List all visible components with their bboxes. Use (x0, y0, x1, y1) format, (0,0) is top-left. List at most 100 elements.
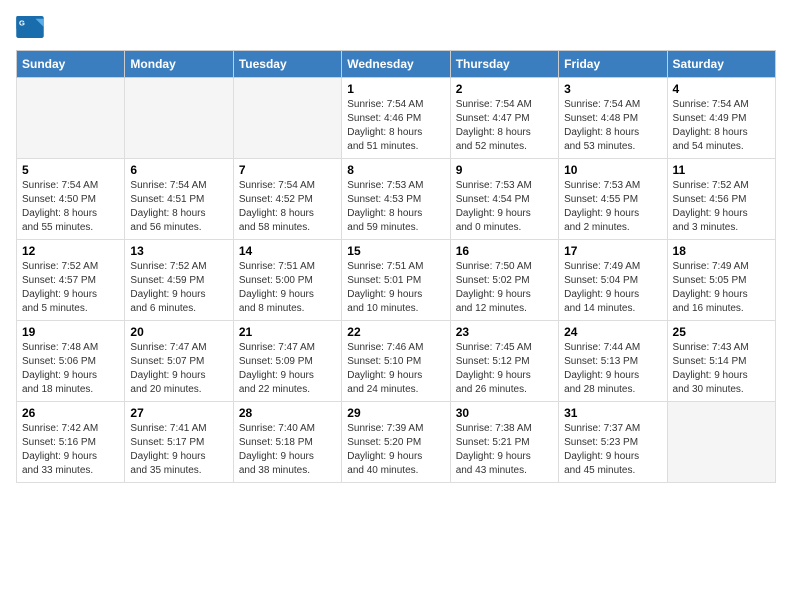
day-number: 26 (22, 406, 119, 420)
calendar-table: SundayMondayTuesdayWednesdayThursdayFrid… (16, 50, 776, 483)
calendar-cell (667, 402, 775, 483)
day-number: 31 (564, 406, 661, 420)
calendar-cell (233, 78, 341, 159)
calendar-cell: 23Sunrise: 7:45 AMSunset: 5:12 PMDayligh… (450, 321, 558, 402)
day-info: Sunrise: 7:53 AMSunset: 4:55 PMDaylight:… (564, 179, 661, 235)
day-number: 29 (347, 406, 444, 420)
day-number: 16 (456, 244, 553, 258)
calendar-cell: 7Sunrise: 7:54 AMSunset: 4:52 PMDaylight… (233, 159, 341, 240)
calendar-cell: 20 Sunrise: 7:47 AMSunset: 5:07 PMDayligh… (125, 321, 233, 402)
calendar-cell: 6 Sunrise: 7:54 AMSunset: 4:51 PMDaylight… (125, 159, 233, 240)
logo-icon: G (16, 16, 44, 38)
day-info: Sunrise: 7:37 AMSunset: 5:23 PMDaylight:… (564, 422, 661, 478)
day-info: Sunrise: 7:51 AMSunset: 5:00 PMDaylight:… (239, 260, 336, 316)
calendar-cell: 8 Sunrise: 7:53 AMSunset: 4:53 PMDaylight… (342, 159, 450, 240)
logo: G (16, 16, 48, 38)
day-number: 30 (456, 406, 553, 420)
day-number: 20 (130, 325, 227, 339)
calendar-cell: 5 Sunrise: 7:54 AMSunset: 4:50 PMDaylight… (17, 159, 125, 240)
day-number: 7 (239, 163, 336, 177)
day-info: Sunrise: 7:54 AMSunset: 4:50 PMDaylight:… (22, 179, 119, 235)
calendar-cell: 28 Sunrise: 7:40 AMSunset: 5:18 PMDayligh… (233, 402, 341, 483)
day-info: Sunrise: 7:49 AMSunset: 5:05 PMDaylight:… (673, 260, 770, 316)
day-number: 27 (130, 406, 227, 420)
calendar-cell: 2Sunrise: 7:54 AMSunset: 4:47 PMDaylight… (450, 78, 558, 159)
weekday-header-monday: Monday (125, 51, 233, 78)
day-info: Sunrise: 7:52 AMSunset: 4:57 PMDaylight:… (22, 260, 119, 316)
calendar-cell: 10 Sunrise: 7:53 AMSunset: 4:55 PMDayligh… (559, 159, 667, 240)
day-info: Sunrise: 7:54 AMSunset: 4:51 PMDaylight:… (130, 179, 227, 235)
calendar-cell: 18 Sunrise: 7:49 AMSunset: 5:05 PMDayligh… (667, 240, 775, 321)
weekday-header-friday: Friday (559, 51, 667, 78)
day-number: 4 (673, 82, 770, 96)
day-info: Sunrise: 7:49 AMSunset: 5:04 PMDaylight:… (564, 260, 661, 316)
day-number: 15 (347, 244, 444, 258)
day-info: Sunrise: 7:54 AMSunset: 4:48 PMDaylight:… (564, 98, 661, 154)
day-info: Sunrise: 7:54 AMSunset: 4:47 PMDaylight:… (456, 98, 553, 154)
calendar-cell: 17 Sunrise: 7:49 AMSunset: 5:04 PMDayligh… (559, 240, 667, 321)
day-info: Sunrise: 7:53 AMSunset: 4:53 PMDaylight:… (347, 179, 444, 235)
day-info: Sunrise: 7:47 AMSunset: 5:07 PMDaylight:… (130, 341, 227, 397)
day-number: 6 (130, 163, 227, 177)
day-info: Sunrise: 7:45 AMSunset: 5:12 PMDaylight:… (456, 341, 553, 397)
day-number: 8 (347, 163, 444, 177)
calendar-cell: 16 Sunrise: 7:50 AMSunset: 5:02 PMDayligh… (450, 240, 558, 321)
day-number: 17 (564, 244, 661, 258)
day-info: Sunrise: 7:40 AMSunset: 5:18 PMDaylight:… (239, 422, 336, 478)
day-number: 14 (239, 244, 336, 258)
day-info: Sunrise: 7:44 AMSunset: 5:13 PMDaylight:… (564, 341, 661, 397)
weekday-header-thursday: Thursday (450, 51, 558, 78)
day-number: 28 (239, 406, 336, 420)
day-info: Sunrise: 7:54 AMSunset: 4:46 PMDaylight:… (347, 98, 444, 154)
weekday-header-sunday: Sunday (17, 51, 125, 78)
day-info: Sunrise: 7:43 AMSunset: 5:14 PMDaylight:… (673, 341, 770, 397)
day-number: 13 (130, 244, 227, 258)
weekday-header-wednesday: Wednesday (342, 51, 450, 78)
calendar-cell: 9 Sunrise: 7:53 AMSunset: 4:54 PMDaylight… (450, 159, 558, 240)
calendar-cell: 21 Sunrise: 7:47 AMSunset: 5:09 PMDayligh… (233, 321, 341, 402)
day-info: Sunrise: 7:38 AMSunset: 5:21 PMDaylight:… (456, 422, 553, 478)
day-number: 24 (564, 325, 661, 339)
calendar-cell: 24 Sunrise: 7:44 AMSunset: 5:13 PMDayligh… (559, 321, 667, 402)
calendar-cell: 12 Sunrise: 7:52 AMSunset: 4:57 PMDayligh… (17, 240, 125, 321)
calendar-cell: 22 Sunrise: 7:46 AMSunset: 5:10 PMDayligh… (342, 321, 450, 402)
day-number: 10 (564, 163, 661, 177)
day-number: 11 (673, 163, 770, 177)
day-number: 12 (22, 244, 119, 258)
day-info: Sunrise: 7:39 AMSunset: 5:20 PMDaylight:… (347, 422, 444, 478)
calendar-cell (17, 78, 125, 159)
calendar-cell: 31 Sunrise: 7:37 AMSunset: 5:23 PMDayligh… (559, 402, 667, 483)
day-number: 25 (673, 325, 770, 339)
calendar-cell: 19Sunrise: 7:48 AMSunset: 5:06 PMDayligh… (17, 321, 125, 402)
day-info: Sunrise: 7:52 AMSunset: 4:59 PMDaylight:… (130, 260, 227, 316)
calendar-cell: 14 Sunrise: 7:51 AMSunset: 5:00 PMDayligh… (233, 240, 341, 321)
svg-text:G: G (19, 19, 25, 28)
day-info: Sunrise: 7:50 AMSunset: 5:02 PMDaylight:… (456, 260, 553, 316)
header: G (16, 16, 776, 38)
calendar-cell: 25 Sunrise: 7:43 AMSunset: 5:14 PMDayligh… (667, 321, 775, 402)
weekday-header-tuesday: Tuesday (233, 51, 341, 78)
day-number: 1 (347, 82, 444, 96)
calendar-cell: 29 Sunrise: 7:39 AMSunset: 5:20 PMDayligh… (342, 402, 450, 483)
calendar-cell: 11Sunrise: 7:52 AMSunset: 4:56 PMDayligh… (667, 159, 775, 240)
day-number: 19 (22, 325, 119, 339)
weekday-header-saturday: Saturday (667, 51, 775, 78)
day-info: Sunrise: 7:47 AMSunset: 5:09 PMDaylight:… (239, 341, 336, 397)
day-number: 21 (239, 325, 336, 339)
calendar-cell: 1 Sunrise: 7:54 AMSunset: 4:46 PMDaylight… (342, 78, 450, 159)
calendar-cell: 27Sunrise: 7:41 AMSunset: 5:17 PMDayligh… (125, 402, 233, 483)
calendar-cell (125, 78, 233, 159)
calendar-cell: 30 Sunrise: 7:38 AMSunset: 5:21 PMDayligh… (450, 402, 558, 483)
day-number: 9 (456, 163, 553, 177)
day-info: Sunrise: 7:53 AMSunset: 4:54 PMDaylight:… (456, 179, 553, 235)
day-info: Sunrise: 7:42 AMSunset: 5:16 PMDaylight:… (22, 422, 119, 478)
day-info: Sunrise: 7:51 AMSunset: 5:01 PMDaylight:… (347, 260, 444, 316)
day-number: 3 (564, 82, 661, 96)
calendar-cell: 13 Sunrise: 7:52 AMSunset: 4:59 PMDayligh… (125, 240, 233, 321)
calendar-cell: 26 Sunrise: 7:42 AMSunset: 5:16 PMDayligh… (17, 402, 125, 483)
day-number: 18 (673, 244, 770, 258)
day-info: Sunrise: 7:54 AMSunset: 4:49 PMDaylight:… (673, 98, 770, 154)
day-info: Sunrise: 7:46 AMSunset: 5:10 PMDaylight:… (347, 341, 444, 397)
day-number: 22 (347, 325, 444, 339)
day-number: 5 (22, 163, 119, 177)
